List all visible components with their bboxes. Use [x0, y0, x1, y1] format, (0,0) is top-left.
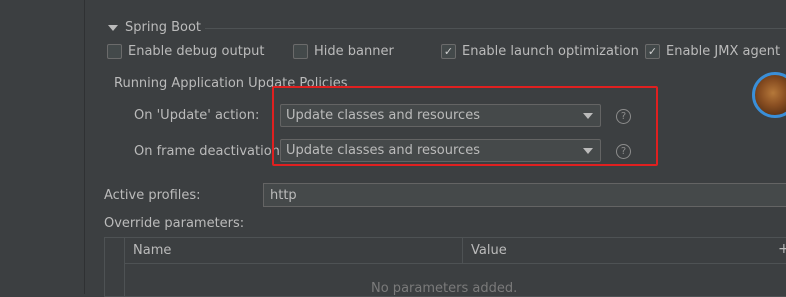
- checkbox-label: Hide banner: [314, 44, 394, 59]
- column-value[interactable]: Value: [471, 243, 507, 258]
- checkmark-icon[interactable]: ✓: [441, 44, 456, 59]
- checkmark-icon[interactable]: ✓: [645, 44, 660, 59]
- gutter-divider: [84, 0, 85, 294]
- on-update-label: On 'Update' action:: [134, 108, 260, 123]
- override-parameters-label: Override parameters:: [104, 216, 245, 231]
- enable-launch-optimization-checkbox[interactable]: ✓ Enable launch optimization: [441, 44, 639, 59]
- override-parameters-table[interactable]: Name Value No parameters added.: [104, 237, 786, 297]
- checkbox-box[interactable]: [293, 44, 308, 59]
- enable-jmx-agent-checkbox[interactable]: ✓ Enable JMX agent: [645, 44, 780, 59]
- add-icon[interactable]: +: [778, 241, 786, 257]
- checkbox-label: Enable debug output: [128, 44, 265, 59]
- row-header: [105, 238, 125, 296]
- input-value: http: [270, 188, 297, 203]
- column-divider: [462, 238, 463, 263]
- avatar[interactable]: [752, 72, 786, 118]
- column-header: Name Value: [125, 238, 786, 264]
- active-profiles-label: Active profiles:: [104, 188, 201, 203]
- left-gutter: [0, 0, 94, 294]
- section-divider: [205, 28, 786, 29]
- column-name[interactable]: Name: [133, 243, 171, 258]
- enable-debug-output-checkbox[interactable]: Enable debug output: [107, 44, 264, 59]
- hide-banner-checkbox[interactable]: Hide banner: [293, 44, 394, 59]
- checkbox-label: Enable launch optimization: [462, 44, 639, 59]
- section-title: Spring Boot: [125, 20, 202, 35]
- chevron-down-icon[interactable]: [106, 21, 120, 35]
- checkbox-label: Enable JMX agent: [666, 44, 781, 59]
- checkbox-box[interactable]: [107, 44, 122, 59]
- highlight-box: [272, 86, 658, 166]
- on-frame-label: On frame deactivation:: [134, 144, 285, 159]
- active-profiles-input[interactable]: http: [263, 183, 786, 207]
